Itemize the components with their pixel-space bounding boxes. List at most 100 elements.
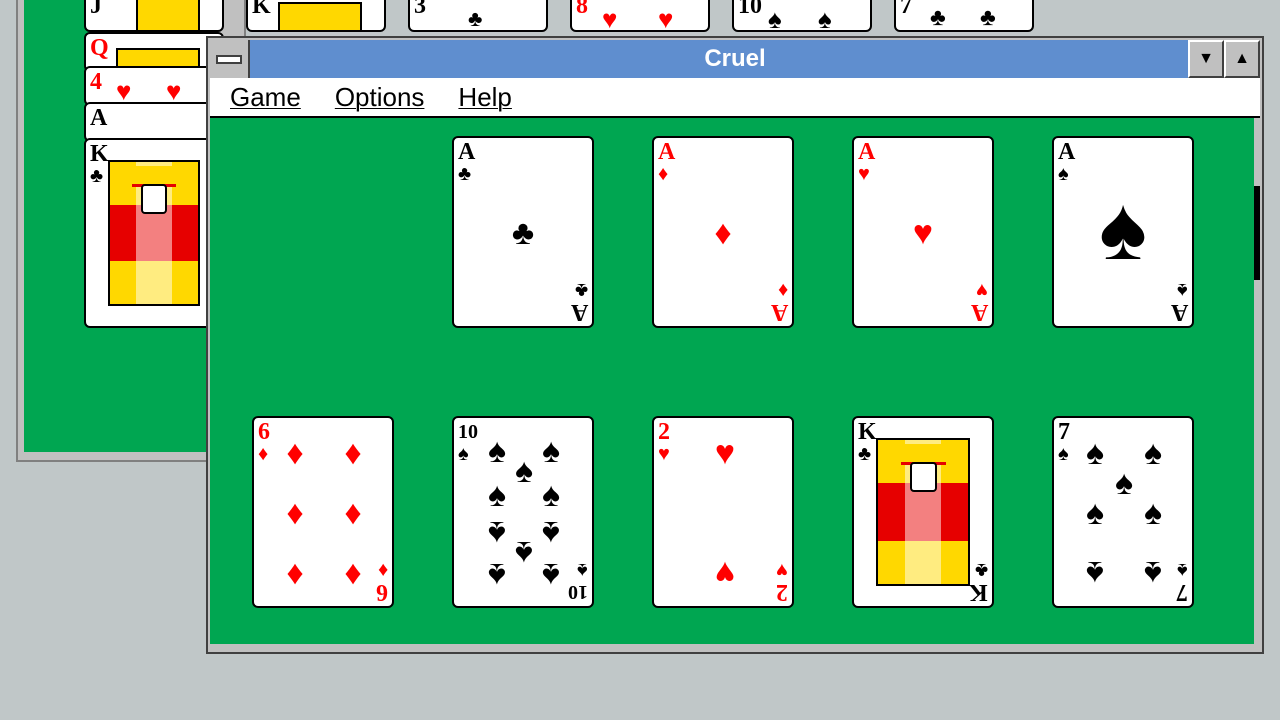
diamond-pip-icon: ♦ bbox=[286, 434, 304, 472]
card-rank: 2 bbox=[776, 579, 788, 605]
club-pip-icon: ♣ bbox=[468, 6, 483, 31]
card-rank: 3 bbox=[414, 0, 426, 19]
king-face-art bbox=[108, 160, 200, 306]
diamond-pip-icon: ♦ bbox=[344, 554, 362, 592]
heart-pip-icon: ♥ bbox=[658, 4, 674, 32]
title-bar[interactable]: Cruel ▼ ▲ bbox=[210, 40, 1260, 78]
spade-pip-icon: ♠ bbox=[1085, 494, 1105, 532]
bg-card-top-3[interactable]: 3 ♣ bbox=[408, 0, 548, 32]
system-menu-button[interactable] bbox=[210, 40, 250, 78]
foundation-spades[interactable]: A ♠ ♠ ♠ A bbox=[1052, 136, 1194, 328]
card-rank: A bbox=[770, 299, 788, 325]
card-rank: 7 bbox=[1058, 419, 1070, 445]
spade-pip-icon: ♠ bbox=[1085, 434, 1105, 472]
spade-pip-icon: ♠ bbox=[1143, 494, 1163, 532]
minimize-icon: ▼ bbox=[1198, 50, 1214, 67]
card-rank: A bbox=[1170, 299, 1188, 325]
tableau-card-5[interactable]: 7 ♠ ♠ ♠ ♠ ♠ ♠ ♠ ♠ ♠ 7 bbox=[1052, 416, 1194, 608]
bg-card-top-4[interactable]: 8 ♥ ♥ bbox=[570, 0, 710, 32]
tableau-card-2[interactable]: 10 ♠ ♠ ♠ ♠ ♠ ♠ ♠ ♠ ♠ ♠ ♠ ♠ 10 bbox=[452, 416, 594, 608]
spade-pip-icon: ♠ bbox=[1114, 464, 1134, 502]
heart-suit-icon: ♥ bbox=[658, 443, 670, 465]
spade-pip-icon: ♠ bbox=[768, 4, 782, 32]
king-face-art bbox=[876, 438, 970, 586]
diamond-suit-icon: ♦ bbox=[777, 279, 788, 301]
heart-pip-icon: ♥ bbox=[602, 4, 618, 32]
spade-suit-icon: ♠ bbox=[458, 443, 469, 465]
menu-game[interactable]: Game bbox=[230, 82, 301, 113]
diamond-pip-icon: ♦ bbox=[286, 494, 304, 532]
club-pip-icon: ♣ bbox=[980, 4, 996, 31]
card-rank: A bbox=[658, 139, 676, 165]
club-suit-icon: ♣ bbox=[458, 163, 472, 185]
diamond-suit-icon: ♦ bbox=[658, 163, 669, 185]
diamond-suit-icon: ♦ bbox=[377, 559, 388, 581]
card-rank: 7 bbox=[900, 0, 912, 19]
card-rank: A bbox=[570, 299, 588, 325]
spade-pip-icon: ♠ bbox=[818, 4, 832, 32]
spade-pip-icon: ♠ bbox=[487, 556, 507, 594]
bg-stack-card-3[interactable]: A bbox=[84, 102, 224, 142]
card-rank: 2 bbox=[658, 419, 670, 445]
bg-stack-card-2[interactable]: 4 ♥ ♥ bbox=[84, 66, 224, 106]
card-rank: 6 bbox=[376, 579, 388, 605]
maximize-button[interactable]: ▲ bbox=[1224, 40, 1260, 78]
spade-suit-icon: ♠ bbox=[1058, 163, 1069, 185]
foundation-clubs[interactable]: A ♣ ♣ ♣ A bbox=[452, 136, 594, 328]
spade-pip-icon: ♠ bbox=[1099, 179, 1147, 279]
diamond-pip-icon: ♦ bbox=[344, 434, 362, 472]
tableau-card-1[interactable]: 6 ♦ ♦ ♦ ♦ ♦ ♦ ♦ ♦ 6 bbox=[252, 416, 394, 608]
menu-bar: Game Options Help bbox=[210, 78, 1260, 118]
foundation-diamonds[interactable]: A ♦ ♦ ♦ A bbox=[652, 136, 794, 328]
face-art bbox=[278, 2, 362, 30]
card-rank: A bbox=[1058, 139, 1076, 165]
card-rank: 10 bbox=[738, 0, 762, 19]
card-rank: A bbox=[858, 139, 876, 165]
spade-pip-icon: ♠ bbox=[541, 556, 561, 594]
heart-suit-icon: ♥ bbox=[976, 279, 988, 301]
foundation-hearts[interactable]: A ♥ ♥ ♥ A bbox=[852, 136, 994, 328]
menu-help[interactable]: Help bbox=[458, 82, 511, 113]
scrollbar-thumb[interactable] bbox=[1254, 186, 1260, 280]
menu-options[interactable]: Options bbox=[335, 82, 425, 113]
spade-suit-icon: ♠ bbox=[1058, 443, 1069, 465]
tableau-card-4[interactable]: K ♣ ♣ K bbox=[852, 416, 994, 608]
heart-suit-icon: ♥ bbox=[776, 559, 788, 581]
club-suit-icon: ♣ bbox=[90, 165, 104, 187]
face-art bbox=[136, 0, 200, 30]
spade-pip-icon: ♠ bbox=[1143, 434, 1163, 472]
system-menu-icon bbox=[216, 54, 242, 64]
club-suit-icon: ♣ bbox=[858, 443, 872, 465]
bg-card-top-6[interactable]: 7 ♣ ♣ bbox=[894, 0, 1034, 32]
minimize-button[interactable]: ▼ bbox=[1188, 40, 1224, 78]
window-title: Cruel bbox=[704, 45, 766, 72]
club-suit-icon: ♣ bbox=[974, 559, 988, 581]
maximize-icon: ▲ bbox=[1234, 50, 1250, 67]
card-rank: A bbox=[970, 299, 988, 325]
spade-pip-icon: ♠ bbox=[1085, 554, 1105, 592]
bg-stack-card-4[interactable]: K ♣ bbox=[84, 138, 224, 328]
card-rank: Q bbox=[90, 35, 109, 61]
heart-pip-icon: ♥ bbox=[912, 214, 934, 252]
card-rank: A bbox=[458, 139, 476, 165]
heart-suit-icon: ♥ bbox=[858, 163, 870, 185]
card-rank: 10 bbox=[458, 421, 478, 443]
diamond-suit-icon: ♦ bbox=[258, 443, 269, 465]
card-rank: 4 bbox=[90, 69, 102, 95]
spade-pip-icon: ♠ bbox=[487, 476, 507, 514]
spade-suit-icon: ♠ bbox=[577, 559, 588, 581]
heart-pip-icon: ♥ bbox=[714, 434, 736, 472]
spade-suit-icon: ♠ bbox=[1177, 559, 1188, 581]
tableau-card-3[interactable]: 2 ♥ ♥ ♥ ♥ 2 bbox=[652, 416, 794, 608]
diamond-pip-icon: ♦ bbox=[714, 214, 732, 252]
club-pip-icon: ♣ bbox=[511, 214, 535, 252]
card-rank: A bbox=[90, 105, 108, 131]
card-rank: J bbox=[90, 0, 102, 19]
diamond-pip-icon: ♦ bbox=[344, 494, 362, 532]
bg-card-top-5[interactable]: 10 ♠ ♠ bbox=[732, 0, 872, 32]
card-rank: 10 bbox=[568, 581, 588, 603]
bg-card-top-2[interactable]: K bbox=[246, 0, 386, 32]
diamond-pip-icon: ♦ bbox=[286, 554, 304, 592]
bg-card-top-1[interactable]: J bbox=[84, 0, 224, 32]
card-rank: 8 bbox=[576, 0, 588, 19]
